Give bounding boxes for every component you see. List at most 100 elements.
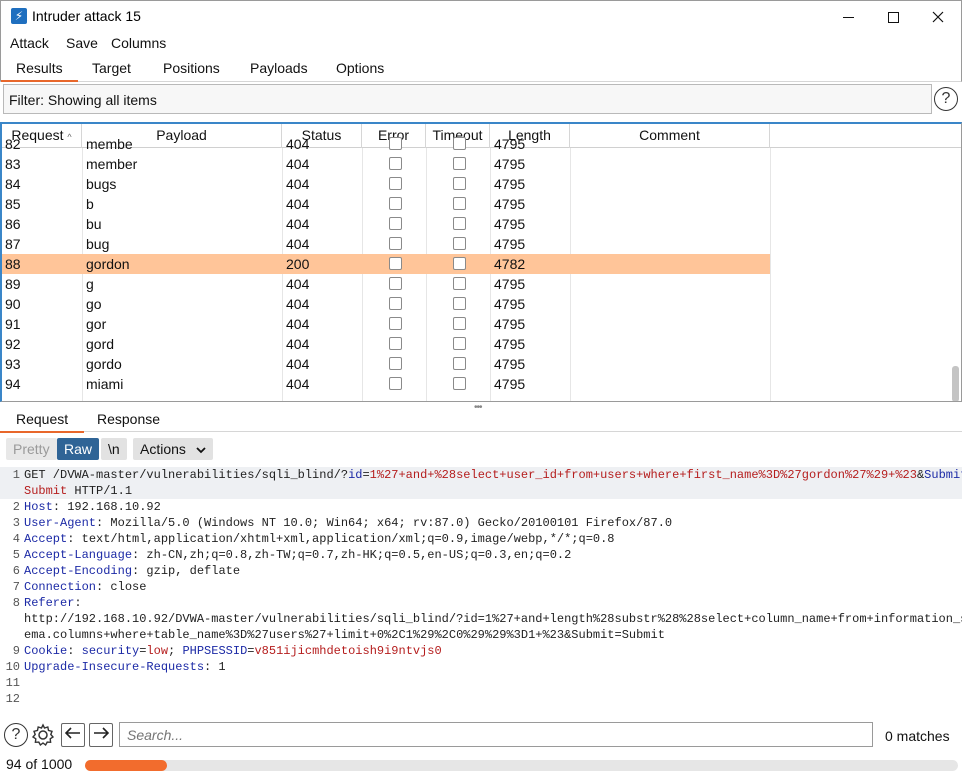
cell-request: 84 xyxy=(5,176,21,192)
close-button[interactable] xyxy=(915,1,961,33)
error-checkbox xyxy=(389,277,402,290)
pretty-button[interactable]: Pretty xyxy=(6,438,57,460)
line-number: 12 xyxy=(5,692,20,706)
line-number: 1 xyxy=(12,468,20,482)
table-row[interactable]: 82 membe 404 4795 xyxy=(2,134,770,154)
menu-save[interactable]: Save xyxy=(66,35,98,51)
search-input[interactable] xyxy=(120,723,872,746)
request-editor[interactable]: 1 GET /DVWA-master/vulnerabilities/sqli_… xyxy=(0,466,962,710)
menu-bar: Attack Save Columns xyxy=(0,32,962,56)
progress-bar xyxy=(85,760,958,771)
table-row[interactable]: 91 gor 404 4795 xyxy=(2,314,770,334)
table-row[interactable]: 86 bu 404 4795 xyxy=(2,214,770,234)
timeout-checkbox xyxy=(453,257,466,270)
scrollbar-thumb[interactable] xyxy=(952,366,959,401)
cell-request: 92 xyxy=(5,336,21,352)
table-row[interactable]: 88 gordon 200 4782 xyxy=(2,254,770,274)
main-tabs: Results Target Positions Payloads Option… xyxy=(0,56,962,82)
help-icon[interactable]: ? xyxy=(934,87,958,111)
cell-length: 4795 xyxy=(494,176,526,192)
line-number: 10 xyxy=(5,660,20,674)
search-bar: ? 0 matches xyxy=(0,718,962,752)
table-row[interactable]: 84 bugs 404 4795 xyxy=(2,174,770,194)
timeout-checkbox xyxy=(453,177,466,190)
maximize-icon xyxy=(887,11,899,23)
timeout-checkbox xyxy=(453,377,466,390)
progress-fill xyxy=(85,760,168,771)
table-row[interactable]: 89 g 404 4795 xyxy=(2,274,770,294)
menu-attack[interactable]: Attack xyxy=(10,35,49,51)
error-checkbox xyxy=(389,257,402,270)
cell-request: 88 xyxy=(5,256,21,272)
cell-payload: b xyxy=(86,196,94,212)
error-checkbox xyxy=(389,197,402,210)
cell-payload: gordon xyxy=(86,256,130,272)
tab-response[interactable]: Response xyxy=(97,411,160,427)
error-checkbox xyxy=(389,137,402,150)
filter-bar[interactable]: Filter: Showing all items xyxy=(3,84,932,114)
chevron-down-icon xyxy=(196,447,206,454)
cell-length: 4795 xyxy=(494,336,526,352)
arrow-left-icon xyxy=(64,727,80,739)
cell-length: 4795 xyxy=(494,276,526,292)
timeout-checkbox xyxy=(453,217,466,230)
line-number: 9 xyxy=(12,644,20,658)
error-checkbox xyxy=(389,157,402,170)
tab-payloads[interactable]: Payloads xyxy=(250,60,308,76)
gear-icon[interactable] xyxy=(31,723,55,747)
filter-text: Filter: Showing all items xyxy=(9,92,157,108)
timeout-checkbox xyxy=(453,317,466,330)
menu-columns[interactable]: Columns xyxy=(111,35,166,51)
timeout-checkbox xyxy=(453,197,466,210)
help-icon[interactable]: ? xyxy=(4,723,28,747)
tab-positions[interactable]: Positions xyxy=(163,60,220,76)
referer-url-line-1: http://192.168.10.92/DVWA-master/vulnera… xyxy=(24,612,962,626)
tab-options[interactable]: Options xyxy=(336,60,384,76)
tab-results[interactable]: Results xyxy=(1,60,78,82)
cell-request: 94 xyxy=(5,376,21,392)
cell-request: 93 xyxy=(5,356,21,372)
cell-status: 404 xyxy=(286,216,310,232)
newline-toggle-button[interactable]: \n xyxy=(101,438,127,460)
cell-status: 200 xyxy=(286,256,310,272)
cell-length: 4795 xyxy=(494,216,526,232)
raw-button[interactable]: Raw xyxy=(57,438,100,460)
timeout-checkbox xyxy=(453,297,466,310)
error-checkbox xyxy=(389,297,402,310)
header-accept-encoding: Accept-Encoding: gzip, deflate xyxy=(24,564,241,578)
table-row[interactable]: 92 gord 404 4795 xyxy=(2,334,770,354)
minimize-button[interactable] xyxy=(825,1,871,33)
line-number: 8 xyxy=(12,596,20,610)
previous-match-button[interactable] xyxy=(61,723,85,747)
table-row[interactable]: 87 bug 404 4795 xyxy=(2,234,770,254)
table-row[interactable]: 90 go 404 4795 xyxy=(2,294,770,314)
table-scrollbar[interactable] xyxy=(949,148,961,401)
progress-text: 94 of 1000 xyxy=(6,756,73,772)
cell-status: 404 xyxy=(286,296,310,312)
cell-payload: bugs xyxy=(86,176,117,192)
table-row[interactable]: 83 member 404 4795 xyxy=(2,154,770,174)
cell-status: 404 xyxy=(286,136,310,152)
close-icon xyxy=(932,11,944,23)
table-row[interactable]: 94 miami 404 4795 xyxy=(2,374,770,394)
timeout-checkbox xyxy=(453,157,466,170)
error-checkbox xyxy=(389,357,402,370)
cell-payload: bu xyxy=(86,216,102,232)
window-title: Intruder attack 15 xyxy=(32,8,141,24)
line-number: 2 xyxy=(12,500,20,514)
cell-status: 404 xyxy=(286,176,310,192)
line-number: 7 xyxy=(12,580,20,594)
cell-length: 4795 xyxy=(494,296,526,312)
cell-payload: membe xyxy=(86,136,133,152)
cell-payload: member xyxy=(86,156,138,172)
search-field[interactable] xyxy=(119,722,873,747)
maximize-button[interactable] xyxy=(870,1,916,33)
table-row[interactable]: 85 b 404 4795 xyxy=(2,194,770,214)
timeout-checkbox xyxy=(453,237,466,250)
table-row[interactable]: 93 gordo 404 4795 xyxy=(2,354,770,374)
line-number: 6 xyxy=(12,564,20,578)
actions-dropdown[interactable]: Actions xyxy=(133,438,213,460)
next-match-button[interactable] xyxy=(89,723,113,747)
tab-request[interactable]: Request xyxy=(0,411,85,433)
tab-target[interactable]: Target xyxy=(92,60,131,76)
